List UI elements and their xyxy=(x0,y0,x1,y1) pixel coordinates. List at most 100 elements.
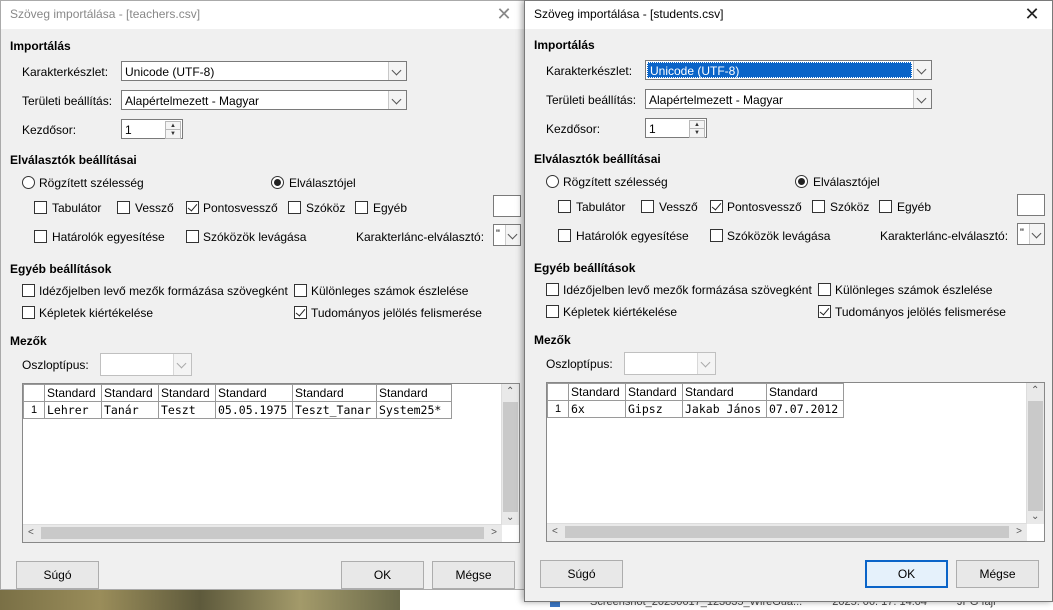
scroll-right-icon[interactable]: > xyxy=(1016,526,1022,537)
scroll-down-icon[interactable]: ⌄ xyxy=(506,512,514,523)
space-label[interactable]: Szóköz xyxy=(830,200,869,214)
scrollbar-thumb[interactable] xyxy=(41,527,484,539)
preview-grid[interactable]: Standard Standard Standard Standard Stan… xyxy=(22,383,520,543)
dropdown-button[interactable] xyxy=(505,225,520,245)
cancel-button[interactable]: Mégse xyxy=(956,560,1039,588)
semicolon-checkbox[interactable] xyxy=(186,201,199,214)
preview-grid[interactable]: Standard Standard Standard Standard 1 6x… xyxy=(546,382,1045,542)
column-header[interactable]: Standard xyxy=(376,384,452,402)
dropdown-button[interactable] xyxy=(697,353,715,374)
other-checkbox[interactable] xyxy=(879,200,892,213)
title-bar[interactable]: Szöveg importálása - [students.csv] ✕ xyxy=(525,1,1052,29)
spin-down-icon[interactable]: ▼ xyxy=(689,128,705,138)
semicolon-checkbox[interactable] xyxy=(710,200,723,213)
horizontal-scrollbar[interactable]: < > xyxy=(23,524,502,542)
quoted-as-text-label[interactable]: Idézőjelben levő mezők formázása szövegk… xyxy=(39,284,288,298)
spin-down-icon[interactable]: ▼ xyxy=(165,129,181,139)
scrollbar-thumb[interactable] xyxy=(503,402,518,512)
charset-combo[interactable]: Unicode (UTF-8) xyxy=(121,61,407,81)
trim-spaces-checkbox[interactable] xyxy=(710,229,723,242)
scroll-down-icon[interactable]: ⌄ xyxy=(1031,511,1039,522)
title-bar[interactable]: Szöveg importálása - [teachers.csv] ✕ xyxy=(1,1,524,29)
evaluate-formulas-checkbox[interactable] xyxy=(22,306,35,319)
locale-combo[interactable]: Alapértelmezett - Magyar xyxy=(121,90,407,110)
scientific-notation-label[interactable]: Tudományos jelölés felismerése xyxy=(835,305,1006,319)
evaluate-formulas-label[interactable]: Képletek kiértékelése xyxy=(39,306,153,320)
scrollbar-thumb[interactable] xyxy=(565,526,1009,538)
column-header[interactable]: Standard xyxy=(158,384,216,402)
merge-delimiters-checkbox[interactable] xyxy=(34,230,47,243)
ok-button[interactable]: OK xyxy=(341,561,424,589)
column-header[interactable]: Standard xyxy=(625,383,683,401)
tab-checkbox[interactable] xyxy=(558,200,571,213)
horizontal-scrollbar[interactable]: < > xyxy=(547,523,1027,541)
fixed-width-label[interactable]: Rögzített szélesség xyxy=(39,176,144,190)
trim-spaces-checkbox[interactable] xyxy=(186,230,199,243)
column-header[interactable]: Standard xyxy=(292,384,377,402)
other-separator-input[interactable] xyxy=(493,195,521,217)
scroll-left-icon[interactable]: < xyxy=(28,527,34,538)
detect-special-numbers-label[interactable]: Különleges számok észlelése xyxy=(835,283,992,297)
trim-spaces-label[interactable]: Szóközök levágása xyxy=(727,229,830,243)
dropdown-button[interactable] xyxy=(913,90,931,108)
other-label[interactable]: Egyéb xyxy=(373,201,407,215)
column-header[interactable]: Standard xyxy=(568,383,626,401)
semicolon-label[interactable]: Pontosvessző xyxy=(727,200,802,214)
column-type-combo[interactable] xyxy=(100,353,192,376)
separated-radio[interactable] xyxy=(271,176,284,189)
vertical-scrollbar[interactable]: ⌃ ⌄ xyxy=(1026,383,1044,524)
dropdown-button[interactable] xyxy=(913,61,931,79)
ok-button[interactable]: OK xyxy=(865,560,948,588)
string-delimiter-combo[interactable]: " xyxy=(1017,223,1045,245)
scroll-right-icon[interactable]: > xyxy=(491,527,497,538)
quoted-as-text-checkbox[interactable] xyxy=(22,284,35,297)
merge-delimiters-label[interactable]: Határolók egyesítése xyxy=(576,229,689,243)
scientific-notation-checkbox[interactable] xyxy=(294,306,307,319)
fixed-width-radio[interactable] xyxy=(22,176,35,189)
help-button[interactable]: Súgó xyxy=(16,561,99,589)
merge-delimiters-label[interactable]: Határolók egyesítése xyxy=(52,230,165,244)
column-header[interactable]: Standard xyxy=(766,383,844,401)
comma-label[interactable]: Vessző xyxy=(135,201,174,215)
help-button[interactable]: Súgó xyxy=(540,560,623,588)
detect-special-numbers-checkbox[interactable] xyxy=(818,283,831,296)
dropdown-button[interactable] xyxy=(1029,224,1044,244)
column-header[interactable]: Standard xyxy=(44,384,102,402)
merge-delimiters-checkbox[interactable] xyxy=(558,229,571,242)
quoted-as-text-checkbox[interactable] xyxy=(546,283,559,296)
space-checkbox[interactable] xyxy=(288,201,301,214)
other-checkbox[interactable] xyxy=(355,201,368,214)
fixed-width-label[interactable]: Rögzített szélesség xyxy=(563,175,668,189)
start-row-spinner[interactable]: 1 ▲ ▼ xyxy=(121,119,183,139)
tab-checkbox[interactable] xyxy=(34,201,47,214)
comma-checkbox[interactable] xyxy=(641,200,654,213)
column-type-combo[interactable] xyxy=(624,352,716,375)
comma-label[interactable]: Vessző xyxy=(659,200,698,214)
start-row-spinner[interactable]: 1 ▲ ▼ xyxy=(645,118,707,138)
scrollbar-thumb[interactable] xyxy=(1028,401,1043,511)
detect-special-numbers-label[interactable]: Különleges számok észlelése xyxy=(311,284,468,298)
charset-combo[interactable]: Unicode (UTF-8) xyxy=(645,60,932,80)
scroll-left-icon[interactable]: < xyxy=(552,526,558,537)
other-label[interactable]: Egyéb xyxy=(897,200,931,214)
dropdown-button[interactable] xyxy=(388,91,406,109)
close-icon[interactable]: ✕ xyxy=(492,3,516,25)
scientific-notation-checkbox[interactable] xyxy=(818,305,831,318)
locale-combo[interactable]: Alapértelmezett - Magyar xyxy=(645,89,932,109)
other-separator-input[interactable] xyxy=(1017,194,1045,216)
evaluate-formulas-label[interactable]: Képletek kiértékelése xyxy=(563,305,677,319)
scientific-notation-label[interactable]: Tudományos jelölés felismerése xyxy=(311,306,482,320)
scroll-up-icon[interactable]: ⌃ xyxy=(506,386,514,397)
column-header[interactable]: Standard xyxy=(101,384,159,402)
tab-label[interactable]: Tabulátor xyxy=(576,200,625,214)
scroll-up-icon[interactable]: ⌃ xyxy=(1031,385,1039,396)
separated-label[interactable]: Elválasztójel xyxy=(813,175,880,189)
detect-special-numbers-checkbox[interactable] xyxy=(294,284,307,297)
space-checkbox[interactable] xyxy=(812,200,825,213)
comma-checkbox[interactable] xyxy=(117,201,130,214)
fixed-width-radio[interactable] xyxy=(546,175,559,188)
separated-radio[interactable] xyxy=(795,175,808,188)
trim-spaces-label[interactable]: Szóközök levágása xyxy=(203,230,306,244)
dropdown-button[interactable] xyxy=(173,354,191,375)
space-label[interactable]: Szóköz xyxy=(306,201,345,215)
